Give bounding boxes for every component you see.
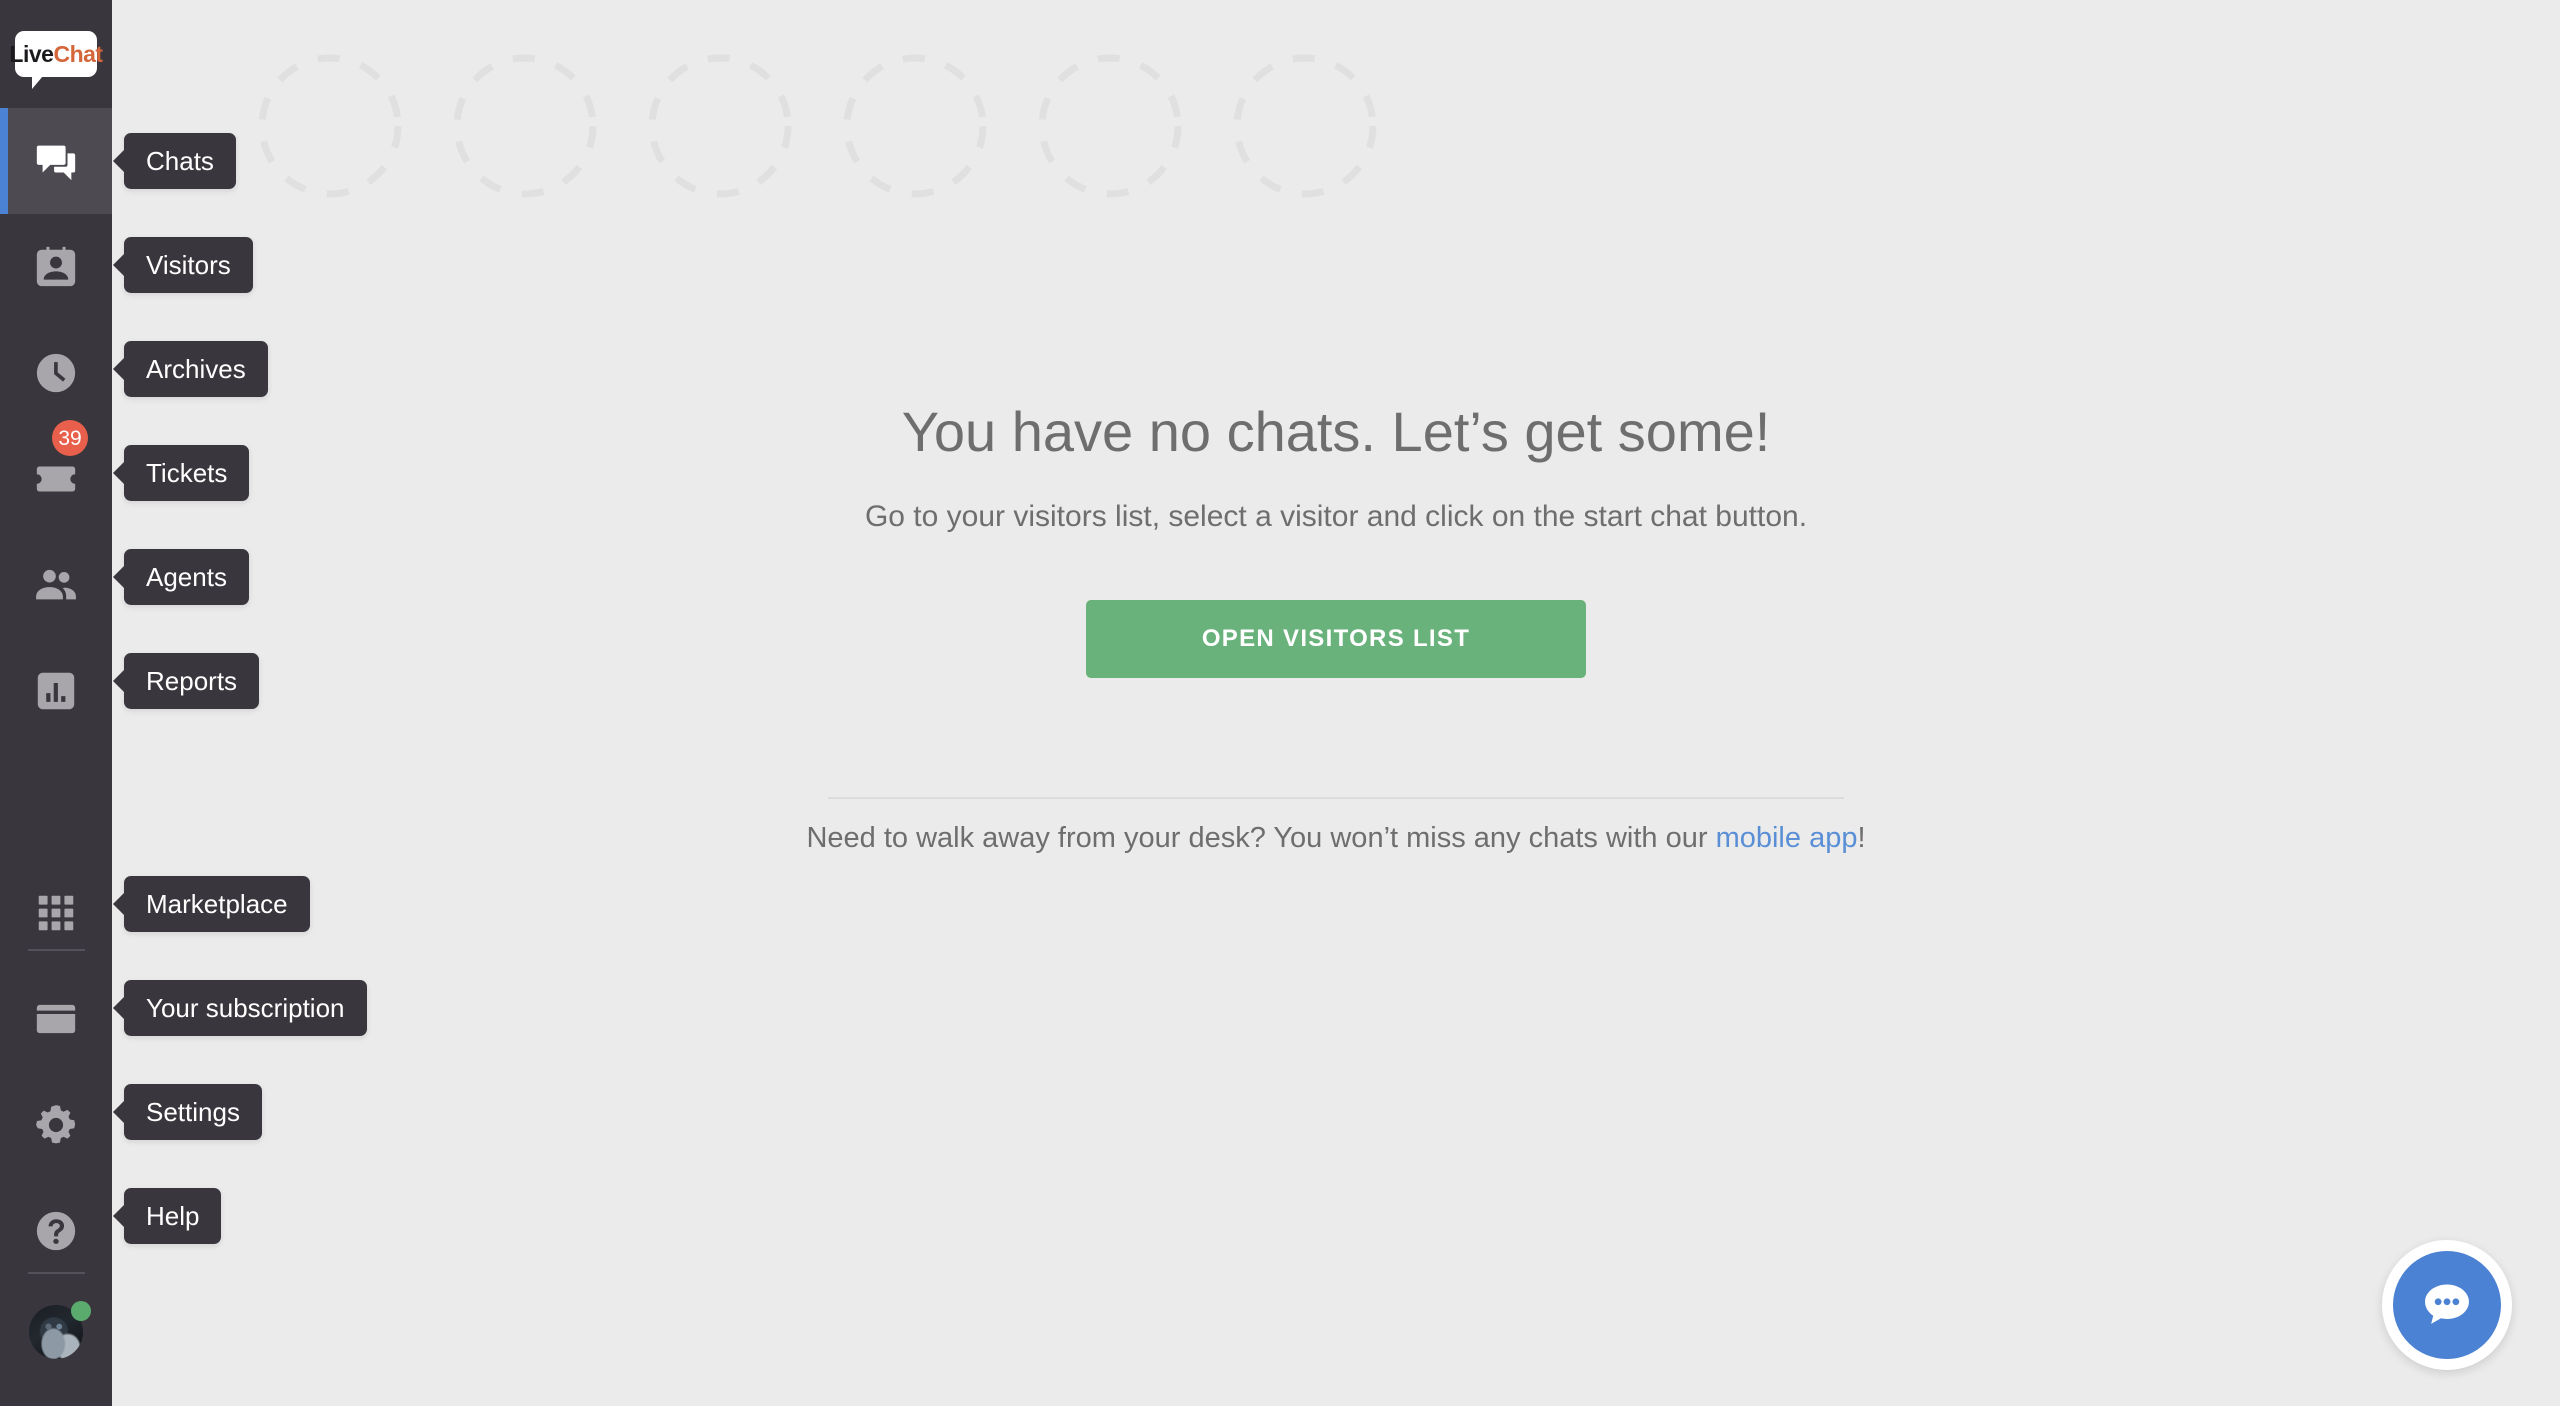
sidebar: Live Chat 39 <box>0 0 112 1406</box>
chats-icon <box>36 145 76 181</box>
help-question-icon <box>36 1211 76 1251</box>
flyout-your-subscription[interactable]: Your subscription <box>113 980 367 1036</box>
content-divider <box>828 797 1844 799</box>
flyout-settings[interactable]: Settings <box>113 1084 262 1140</box>
flyout-help[interactable]: Help <box>112 1188 222 1244</box>
tickets-icon <box>36 466 76 492</box>
sidebar-item-settings[interactable] <box>0 1072 112 1178</box>
sidebar-item-your-subscription[interactable] <box>0 966 112 1072</box>
livechat-app: You have no chats. Let’s get some! Go to… <box>0 0 2560 1406</box>
main-content: You have no chats. Let’s get some! Go to… <box>112 0 2560 1406</box>
sidebar-item-agents[interactable] <box>0 532 112 638</box>
flyout-archives[interactable]: Archives <box>113 341 268 397</box>
sidebar-item-tickets[interactable]: 39 <box>0 420 112 532</box>
flyout-marketplace[interactable]: Marketplace <box>113 876 310 932</box>
user-avatar-image <box>29 1301 91 1359</box>
sidebar-item-visitors[interactable] <box>0 214 112 320</box>
sidebar-item-chats[interactable] <box>0 108 112 214</box>
status-badge <box>71 1301 91 1321</box>
mobile-app-link[interactable]: mobile app <box>1716 822 1858 854</box>
open-visitors-list-button[interactable]: OPEN VISITORS LIST <box>1086 600 1586 678</box>
flyout-reports[interactable]: Reports <box>112 653 260 709</box>
chat-bubble-dots-icon <box>2425 1284 2469 1324</box>
agents-icon <box>36 569 76 600</box>
chat-widget-button[interactable] <box>2382 1240 2512 1370</box>
flyout-tickets[interactable]: Tickets <box>112 445 250 501</box>
marketplace-grid-icon <box>38 895 74 931</box>
page-subtitle: Go to your visitors list, select a visit… <box>864 500 1808 533</box>
livechat-logo[interactable]: Live Chat <box>0 0 112 108</box>
tickets-badge: 39 <box>52 420 88 456</box>
flyout-agents[interactable]: Agents <box>113 549 249 605</box>
sidebar-item-reports[interactable] <box>0 638 112 744</box>
cta-row: OPEN VISITORS LIST <box>112 600 2560 678</box>
mobile-app-note: Need to walk away from your desk? You wo… <box>112 822 2560 855</box>
logo-text-chat: Chat <box>53 40 103 67</box>
visitors-icon <box>36 246 76 287</box>
archives-icon <box>36 353 76 393</box>
page-title: You have no chats. Let’s get some! <box>901 400 1771 463</box>
logo-text-live: Live <box>9 40 54 67</box>
livechat-logo-icon: Live Chat <box>9 31 103 89</box>
sidebar-item-marketplace[interactable] <box>0 860 112 966</box>
chat-widget-circle <box>2393 1251 2501 1359</box>
sidebar-item-help[interactable] <box>0 1178 112 1284</box>
avatar[interactable] <box>0 1292 112 1372</box>
gear-icon <box>36 1105 76 1144</box>
mobile-app-note-before: Need to walk away from your desk? You wo… <box>806 822 1716 854</box>
billing-card-icon <box>36 1004 76 1034</box>
flyout-chats[interactable]: Chats <box>113 133 236 189</box>
mobile-app-note-after: ! <box>1857 822 1866 854</box>
sidebar-item-archives[interactable] <box>0 320 112 426</box>
reports-icon <box>37 672 75 710</box>
flyout-visitors[interactable]: Visitors <box>113 237 253 293</box>
sidebar-divider-bottom <box>28 1272 85 1274</box>
